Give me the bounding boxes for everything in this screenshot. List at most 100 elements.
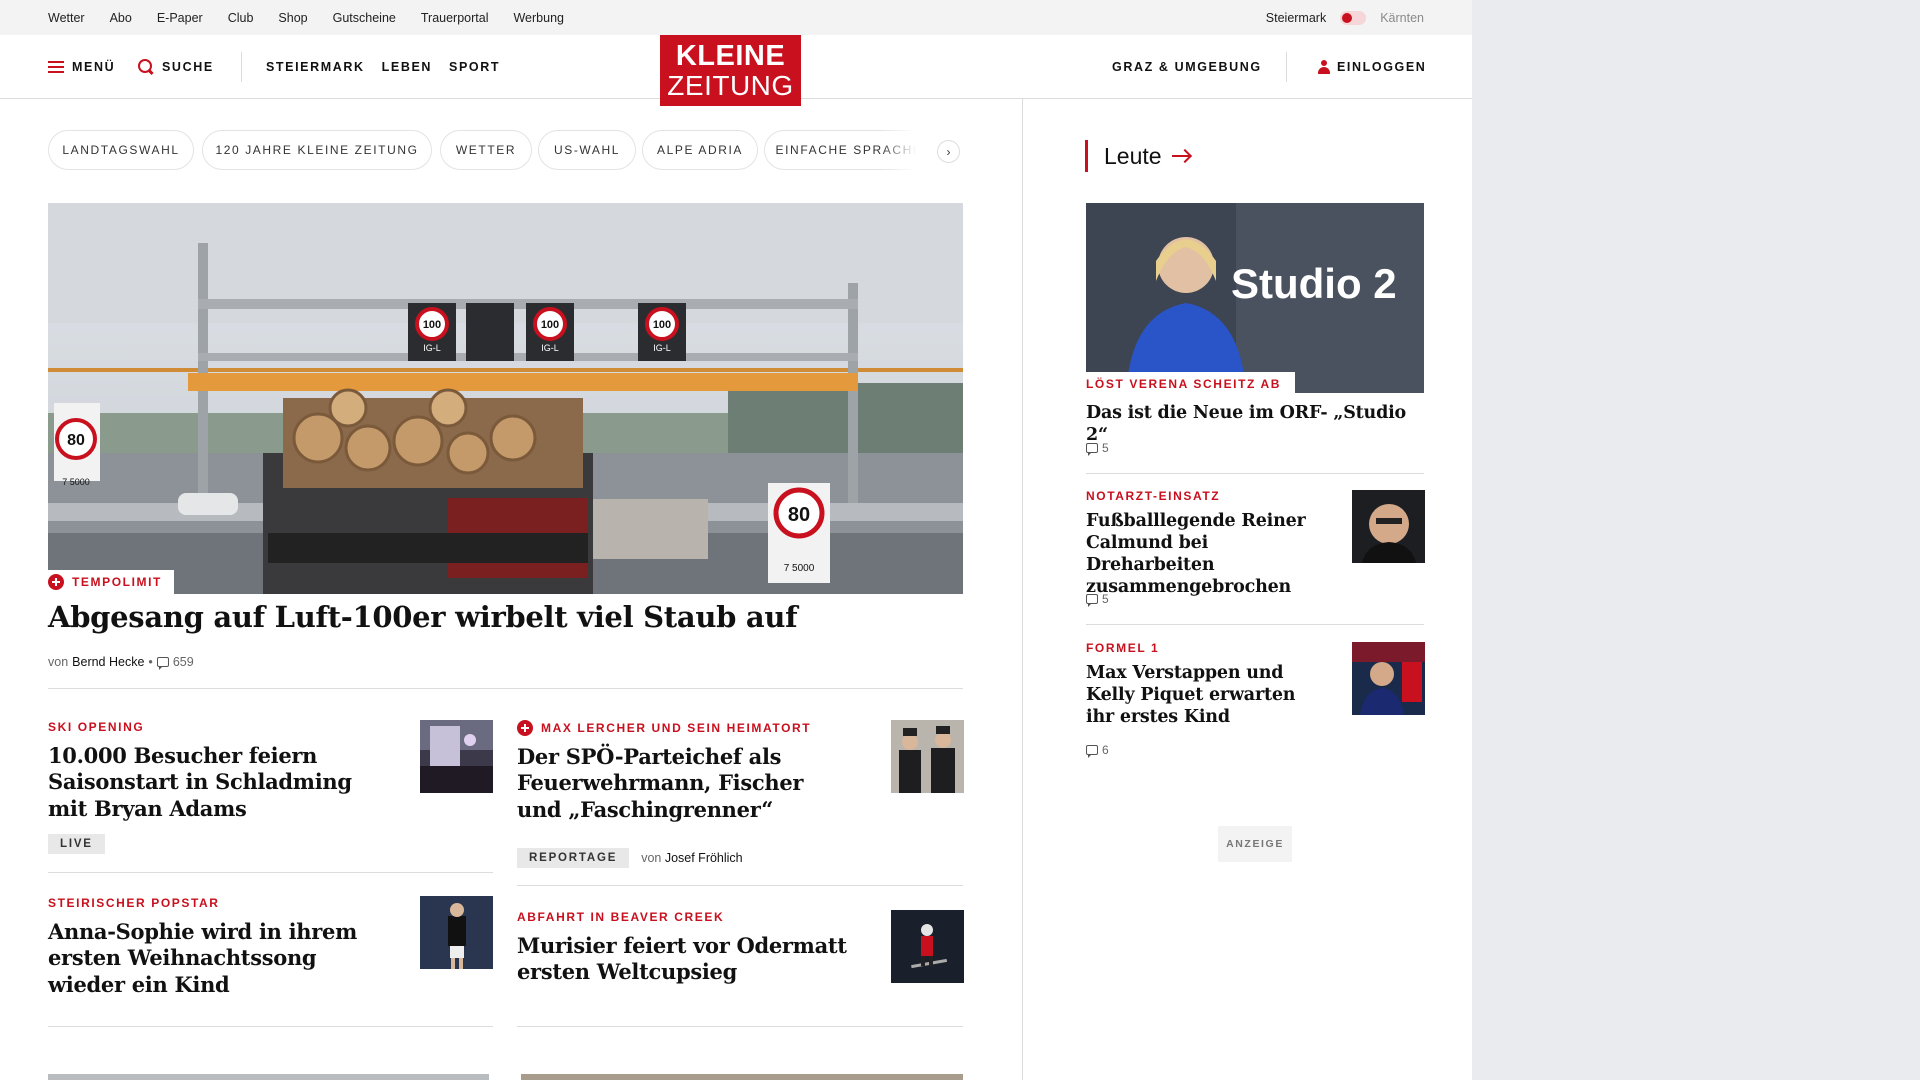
article-murisier[interactable]: ABFAHRT IN BEAVER CREEK Murisier feiert … (517, 909, 857, 986)
article-title[interactable]: Anna-Sophie wird in ihrem ersten Weihnac… (48, 919, 368, 998)
divider (48, 1026, 493, 1027)
utility-link-abo[interactable]: Abo (110, 11, 132, 25)
region-link-graz[interactable]: GRAZ & UMGEBUNG (1112, 35, 1262, 99)
sign-speed-3: 100 (653, 319, 671, 331)
main-nav: STEIERMARK LEBEN SPORT (266, 35, 500, 99)
utility-links: Wetter Abo E-Paper Club Shop Gutscheine … (48, 0, 564, 35)
next-article-image[interactable] (521, 1074, 963, 1080)
article-thumbnail[interactable] (891, 910, 964, 983)
search-icon (138, 59, 154, 75)
sidebar-thumbnail[interactable] (1352, 490, 1425, 563)
byline-von: von Josef Fröhlich (641, 851, 743, 865)
divider (48, 688, 963, 689)
region-toggle[interactable] (1340, 10, 1367, 25)
hamburger-icon (48, 61, 64, 74)
section-title: Leute (1104, 142, 1162, 169)
divider (1086, 624, 1424, 625)
utility-link-epaper[interactable]: E-Paper (157, 11, 203, 25)
utility-link-werbung[interactable]: Werbung (513, 11, 564, 25)
comment-icon (156, 657, 169, 670)
skier-photo (891, 910, 964, 983)
article-title[interactable]: Murisier feiert vor Odermatt ersten Welt… (517, 933, 857, 986)
plus-icon (48, 574, 64, 590)
article-lercher[interactable]: MAX LERCHER UND SEIN HEIMATORT Der SPÖ-P… (517, 720, 837, 823)
article-thumbnail[interactable] (420, 720, 493, 793)
column-divider (1022, 99, 1023, 1080)
comment-count[interactable]: 6 (1086, 743, 1109, 758)
chip-wetter[interactable]: WETTER (440, 130, 532, 170)
sign-igl-1: IG-L (423, 343, 441, 353)
hero-kicker-label: TEMPOLIMIT (72, 575, 162, 589)
chevron-right-icon[interactable]: › (937, 140, 960, 163)
article-title[interactable]: Der SPÖ-Parteichef als Feuerwehrmann, Fi… (517, 744, 837, 823)
singer-photo (420, 896, 493, 969)
menu-button[interactable]: MENÜ (48, 35, 115, 99)
utility-link-shop[interactable]: Shop (278, 11, 307, 25)
hero-author[interactable]: Bernd Hecke (72, 655, 144, 669)
article-anna-sophie[interactable]: STEIRISCHER POPSTAR Anna-Sophie wird in … (48, 895, 368, 998)
comment-count[interactable]: 5 (1086, 441, 1109, 456)
divider (48, 872, 493, 873)
utility-link-trauerportal[interactable]: Trauerportal (421, 11, 489, 25)
article-kicker: STEIRISCHER POPSTAR (48, 896, 220, 910)
hero-headline[interactable]: Abgesang auf Luft-100er wirbelt viel Sta… (48, 600, 963, 635)
plus-icon (517, 720, 533, 736)
weight-sign-left: 7 5000 (62, 477, 90, 487)
hero-comment-count[interactable]: 659 (173, 655, 194, 669)
nav-steiermark[interactable]: STEIERMARK (266, 60, 365, 74)
site-logo[interactable]: KLEINE ZEITUNG (660, 35, 801, 106)
firemen-photo (891, 720, 964, 793)
article-author[interactable]: Josef Fröhlich (665, 851, 743, 865)
chip-alpe-adria[interactable]: ALPE ADRIA (642, 130, 758, 170)
arrow-right-icon (1171, 149, 1192, 163)
chip-120-jahre[interactable]: 120 JAHRE KLEINE ZEITUNG (202, 130, 432, 170)
logo-line-1: KLEINE (675, 39, 786, 72)
chip-us-wahl[interactable]: US-WAHL (538, 130, 636, 170)
comment-count[interactable]: 5 (1086, 592, 1109, 607)
article-title[interactable]: 10.000 Besucher feiern Saisonstart in Sc… (48, 743, 368, 822)
concert-photo (420, 720, 493, 793)
region-switch: Steiermark Kärnten (1266, 0, 1424, 35)
hero-image[interactable]: 100 100 100 IG-L IG-L IG-L 80 7 5000 80 … (48, 203, 963, 594)
sign-speed-1: 100 (423, 319, 441, 331)
article-thumbnail[interactable] (891, 720, 964, 793)
nav-sport[interactable]: SPORT (449, 60, 500, 74)
sign-igl-3: IG-L (653, 343, 671, 353)
byline-separator: • (148, 655, 153, 669)
login-button[interactable]: EINLOGGEN (1318, 35, 1426, 99)
live-badge: LIVE (48, 834, 105, 854)
sidebar-kicker: FORMEL 1 (1086, 641, 1160, 655)
section-heading-leute[interactable]: Leute (1085, 140, 1192, 172)
search-button[interactable]: SUCHE (138, 35, 214, 99)
region-kaernten[interactable]: Kärnten (1380, 11, 1424, 25)
utility-link-wetter[interactable]: Wetter (48, 11, 85, 25)
sidebar-hero-image[interactable]: Studio 2 (1086, 203, 1424, 393)
article-ski-opening[interactable]: SKI OPENING 10.000 Besucher feiern Saiso… (48, 719, 368, 822)
divider (1086, 473, 1424, 474)
sidebar-thumbnail[interactable] (1352, 642, 1425, 715)
comment-icon (1086, 745, 1098, 758)
next-article-image[interactable] (48, 1074, 489, 1080)
sidebar-article-title[interactable]: Das ist die Neue im ORF- „Studio 2“ (1086, 403, 1424, 447)
verstappen-photo (1352, 642, 1425, 715)
login-label: EINLOGGEN (1337, 60, 1427, 74)
sidebar-article-title[interactable]: Fußballlegende Reiner Calmund bei Drehar… (1086, 511, 1336, 599)
nav-leben[interactable]: LEBEN (382, 60, 432, 74)
divider (517, 885, 963, 886)
article-kicker: ABFAHRT IN BEAVER CREEK (517, 910, 725, 924)
hero-kicker: TEMPOLIMIT (48, 570, 174, 594)
utility-link-club[interactable]: Club (228, 11, 254, 25)
region-steiermark[interactable]: Steiermark (1266, 11, 1326, 25)
article-meta: REPORTAGE von Josef Fröhlich (517, 848, 743, 868)
topic-chips: LANDTAGSWAHL 120 JAHRE KLEINE ZEITUNG WE… (48, 130, 963, 172)
studio2-logo: Studio 2 (1231, 260, 1397, 307)
utility-link-gutscheine[interactable]: Gutscheine (333, 11, 396, 25)
region-link-label: GRAZ & UMGEBUNG (1112, 60, 1262, 74)
ad-label: ANZEIGE (1218, 826, 1292, 862)
chip-landtagswahl[interactable]: LANDTAGSWAHL (48, 130, 194, 170)
calmund-photo (1352, 490, 1425, 563)
sidebar-article-title[interactable]: Max Verstappen und Kelly Piquet erwarten… (1086, 663, 1316, 729)
user-icon (1318, 60, 1330, 74)
article-thumbnail[interactable] (420, 896, 493, 969)
hero-photo: 100 100 100 IG-L IG-L IG-L 80 7 5000 80 … (48, 203, 963, 594)
